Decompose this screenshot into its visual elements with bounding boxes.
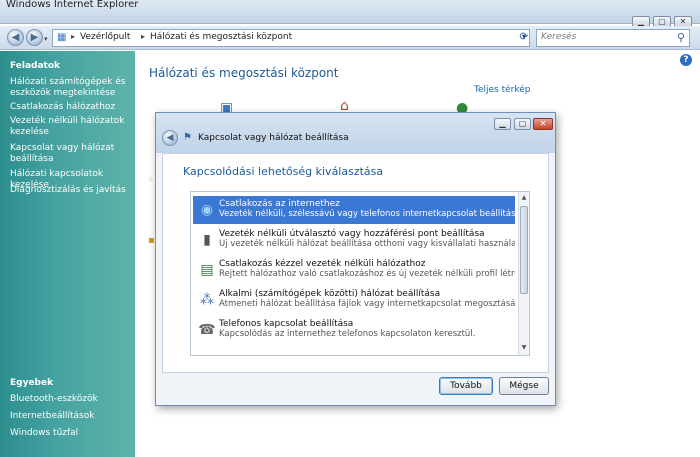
option-manual-wireless[interactable]: ▤ Csatlakozás kézzel vezeték nélküli hál… <box>193 256 515 284</box>
option-desc: Rejtett hálózathoz való csatlakozáshoz é… <box>219 269 515 279</box>
breadcrumb-network-center[interactable]: Hálózati és megosztási központ <box>150 32 292 42</box>
globe-icon: ◉ <box>200 202 214 218</box>
sidebar: Feladatok Hálózati számítógépek és eszkö… <box>0 51 135 457</box>
options-scrollbar[interactable]: ▲ ▼ <box>518 192 529 355</box>
sidebar-item-diagnose-repair[interactable]: Diagnosztizálás és javítás <box>10 185 128 196</box>
breadcrumb-separator-icon[interactable]: ▸ <box>141 32 145 41</box>
back-arrow-icon: ◀ <box>166 133 174 143</box>
sidebar-item-manage-wireless[interactable]: Vezeték nélküli hálózatok kezelése <box>10 116 128 138</box>
dialog-titlebar: ▁ ▢ ✕ ◀ ⚑ Kapcsolat vagy hálózat beállít… <box>156 113 555 153</box>
sidebar-item-setup-connection[interactable]: Kapcsolat vagy hálózat beállítása <box>10 143 128 165</box>
option-dialup[interactable]: ☎ Telefonos kapcsolat beállítása Kapcsol… <box>193 316 515 344</box>
minimize-icon: ▁ <box>499 119 506 128</box>
router-icon: ▮ <box>203 232 211 248</box>
scroll-up-icon[interactable]: ▲ <box>520 193 528 203</box>
search-placeholder: Keresés <box>541 32 577 42</box>
control-panel-icon: ▦ <box>57 32 67 43</box>
full-map-link[interactable]: Teljes térkép <box>474 85 531 95</box>
wireless-network-icon: ▤ <box>200 262 214 278</box>
sidebar-item-view-network-computers[interactable]: Hálózati számítógépek és eszközök megtek… <box>10 77 128 99</box>
breadcrumb-separator-icon[interactable]: ▸ <box>71 32 75 41</box>
option-title: Telefonos kapcsolat beállítása <box>219 319 354 329</box>
option-title: Alkalmi (számítógépek közötti) hálózat b… <box>219 289 441 299</box>
dialog-minimize-button[interactable]: ▁ <box>494 118 511 130</box>
maximize-icon: ▢ <box>658 17 666 26</box>
option-connect-internet[interactable]: ◉ Csatlakozás az internethez Vezeték nél… <box>193 196 515 224</box>
maximize-icon: ▢ <box>518 119 527 128</box>
close-icon: ✕ <box>539 119 547 128</box>
option-adhoc-network[interactable]: ⁂ Alkalmi (számítógépek közötti) hálózat… <box>193 286 515 314</box>
forward-arrow-icon: ▶ <box>30 32 39 43</box>
adhoc-network-icon: ⁂ <box>200 292 214 308</box>
phone-icon: ☎ <box>198 322 216 338</box>
window-titlebar: Windows Internet Explorer ▁ ▢ ✕ <box>0 0 700 27</box>
sidebar-item-connect-to-network[interactable]: Csatlakozás hálózathoz <box>10 102 128 113</box>
option-desc: Kapcsolódás az internethez telefonos kap… <box>219 329 476 339</box>
dialog-close-button[interactable]: ✕ <box>533 118 553 130</box>
minimize-icon: ▁ <box>637 17 645 26</box>
setup-connection-dialog: ▁ ▢ ✕ ◀ ⚑ Kapcsolat vagy hálózat beállít… <box>155 112 556 406</box>
option-desc: Új vezeték nélküli hálózat beállítása ot… <box>219 239 515 249</box>
sharing-status-icon: ▪ <box>148 235 155 246</box>
dialog-maximize-button[interactable]: ▢ <box>514 118 531 130</box>
option-title: Csatlakozás az internethez <box>219 199 340 209</box>
history-dropdown-icon[interactable]: ▾ <box>44 35 48 43</box>
network-status-icon: ◦ <box>148 175 154 186</box>
sidebar-other-heading: Egyebek <box>10 378 54 388</box>
help-icon[interactable]: ? <box>680 54 692 66</box>
option-setup-router[interactable]: ▮ Vezeték nélküli útválasztó vagy hozzáf… <box>193 226 515 254</box>
dialog-title: Kapcsolat vagy hálózat beállítása <box>198 133 349 143</box>
sidebar-item-internet-options[interactable]: Internetbeállítások <box>10 411 128 422</box>
page-title: Hálózati és megosztási központ <box>149 66 339 80</box>
connection-options-list: ◉ Csatlakozás az internethez Vezeték nél… <box>190 191 530 356</box>
sidebar-item-windows-firewall[interactable]: Windows tűzfal <box>10 428 128 439</box>
dialog-heading: Kapcsolódási lehetőség kiválasztása <box>183 165 384 178</box>
search-input[interactable]: Keresés ⚲ <box>536 29 690 47</box>
scrollbar-thumb[interactable] <box>520 206 528 294</box>
dialog-back-button[interactable]: ◀ <box>162 130 178 146</box>
cancel-button[interactable]: Mégse <box>499 377 549 395</box>
option-desc: Vezeték nélküli, szélessávú vagy telefon… <box>219 209 515 219</box>
window-title: Windows Internet Explorer <box>6 0 139 10</box>
close-icon: ✕ <box>679 17 687 26</box>
option-title: Csatlakozás kézzel vezeték nélküli hálóz… <box>219 259 426 269</box>
search-icon[interactable]: ⚲ <box>677 31 685 44</box>
sidebar-item-bluetooth[interactable]: Bluetooth-eszközök <box>10 394 128 405</box>
option-desc: Átmeneti hálózat beállítása fájlok vagy … <box>219 299 515 309</box>
navigation-bar: ◀ ▶ ▾ ▦ ▸ Vezérlőpult ▸ Hálózati és mego… <box>0 26 700 50</box>
back-button[interactable]: ◀ <box>7 29 24 46</box>
next-button[interactable]: Tovább <box>439 377 493 395</box>
network-setup-icon: ⚑ <box>183 132 192 143</box>
sidebar-tasks-heading: Feladatok <box>10 61 61 71</box>
forward-button[interactable]: ▶ <box>26 29 43 46</box>
refresh-icon[interactable]: ⟳ <box>517 30 531 45</box>
scroll-down-icon[interactable]: ▼ <box>520 343 528 353</box>
back-arrow-icon: ◀ <box>11 32 20 43</box>
option-title: Vezeték nélküli útválasztó vagy hozzáfér… <box>219 229 485 239</box>
breadcrumb-control-panel[interactable]: Vezérlőpult <box>80 32 130 42</box>
address-bar[interactable]: ▦ ▸ Vezérlőpult ▸ Hálózati és megosztási… <box>52 29 530 47</box>
dialog-body: Kapcsolódási lehetőség kiválasztása ◉ Cs… <box>162 153 549 373</box>
